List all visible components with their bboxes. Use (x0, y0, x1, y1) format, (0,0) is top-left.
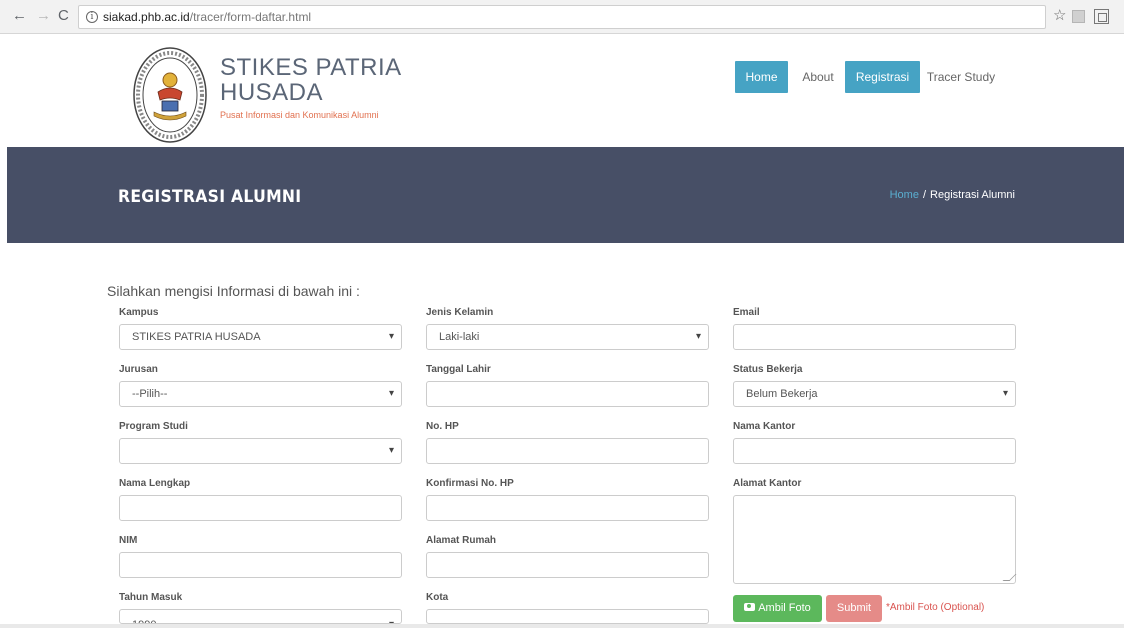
page-title: REGISTRASI ALUMNI (118, 187, 302, 207)
kampus-label: Kampus (119, 307, 159, 318)
browser-toolbar: ← → C i siakad.phb.ac.id/tracer/form-daf… (0, 0, 1124, 34)
tanggal-lahir-input[interactable] (426, 381, 709, 407)
nim-label: NIM (119, 535, 138, 546)
resize-grip-icon[interactable] (1002, 574, 1017, 581)
email-input[interactable] (733, 324, 1016, 350)
alamat-kantor-textarea[interactable] (733, 495, 1017, 584)
jenis-kelamin-select[interactable]: Laki-laki (426, 324, 709, 350)
extension-icon[interactable] (1072, 10, 1085, 23)
forward-arrow-icon[interactable]: → (36, 8, 51, 24)
nama-lengkap-input[interactable] (119, 495, 402, 521)
site-title-line2: HUSADA (220, 79, 324, 106)
kota-label: Kota (426, 592, 449, 603)
breadcrumb-home-link[interactable]: Home (890, 189, 919, 201)
logo-seal (133, 47, 207, 143)
nama-lengkap-label: Nama Lengkap (119, 478, 191, 489)
status-bekerja-label: Status Bekerja (733, 364, 803, 375)
back-arrow-icon[interactable]: ← (12, 8, 27, 24)
nama-kantor-label: Nama Kantor (733, 421, 796, 432)
status-bekerja-select[interactable]: Belum Bekerja (733, 381, 1016, 407)
program-studi-select[interactable] (119, 438, 402, 464)
breadcrumb-separator: / (922, 189, 927, 201)
bookmark-star-icon[interactable]: ☆ (1053, 8, 1066, 24)
site-tagline: Pusat Informasi dan Komunikasi Alumni (220, 110, 379, 120)
alamat-kantor-label: Alamat Kantor (733, 478, 802, 489)
horizontal-scrollbar[interactable] (0, 624, 1124, 628)
site-title-line1: STIKES PATRIA (220, 54, 402, 81)
site-title: STIKES PATRIA HUSADA (220, 55, 402, 105)
form-intro: Silahkan mengisi Informasi di bawah ini … (107, 283, 360, 299)
nama-kantor-input[interactable] (733, 438, 1016, 464)
submit-button[interactable]: Submit (826, 595, 882, 622)
tanggal-lahir-label: Tanggal Lahir (426, 364, 491, 375)
ambil-foto-label: Ambil Foto (758, 602, 811, 614)
kampus-select[interactable]: STIKES PATRIA HUSADA (119, 324, 402, 350)
konfirmasi-hp-label: Konfirmasi No. HP (426, 478, 514, 489)
no-hp-input[interactable] (426, 438, 709, 464)
nav-about[interactable]: About (796, 61, 840, 93)
breadcrumb-current: Registrasi Alumni (930, 189, 1015, 201)
kota-input[interactable] (426, 609, 709, 624)
jurusan-label: Jurusan (119, 364, 158, 375)
breadcrumb: Home / Registrasi Alumni (890, 189, 1015, 201)
page-title-banner: REGISTRASI ALUMNI Home / Registrasi Alumni (7, 147, 1124, 243)
no-hp-label: No. HP (426, 421, 459, 432)
nav-tracer-study[interactable]: Tracer Study (924, 61, 998, 93)
reload-icon[interactable]: C (58, 8, 69, 24)
url-text: siakad.phb.ac.id/tracer/form-daftar.html (103, 10, 311, 24)
info-icon[interactable]: i (86, 11, 98, 23)
window-icon[interactable] (1094, 9, 1109, 24)
url-path: /tracer/form-daftar.html (189, 10, 312, 24)
camera-icon (744, 603, 756, 611)
email-label: Email (733, 307, 760, 318)
ambil-foto-note: *Ambil Foto (Optional) (886, 602, 985, 613)
alamat-rumah-input[interactable] (426, 552, 709, 578)
tahun-masuk-label: Tahun Masuk (119, 592, 183, 603)
jenis-kelamin-label: Jenis Kelamin (426, 307, 494, 318)
tahun-masuk-select[interactable]: 1990 (119, 609, 402, 624)
site-header: STIKES PATRIA HUSADA Pusat Informasi dan… (0, 35, 1124, 147)
nav-home[interactable]: Home (735, 61, 788, 93)
url-host: siakad.phb.ac.id (103, 10, 190, 24)
address-bar[interactable]: i siakad.phb.ac.id/tracer/form-daftar.ht… (78, 5, 1046, 29)
nav-registrasi[interactable]: Registrasi (845, 61, 920, 93)
konfirmasi-hp-input[interactable] (426, 495, 709, 521)
ambil-foto-button[interactable]: Ambil Foto (733, 595, 822, 622)
nim-input[interactable] (119, 552, 402, 578)
jurusan-select[interactable]: --Pilih-- (119, 381, 402, 407)
program-studi-label: Program Studi (119, 421, 188, 432)
alamat-rumah-label: Alamat Rumah (426, 535, 497, 546)
